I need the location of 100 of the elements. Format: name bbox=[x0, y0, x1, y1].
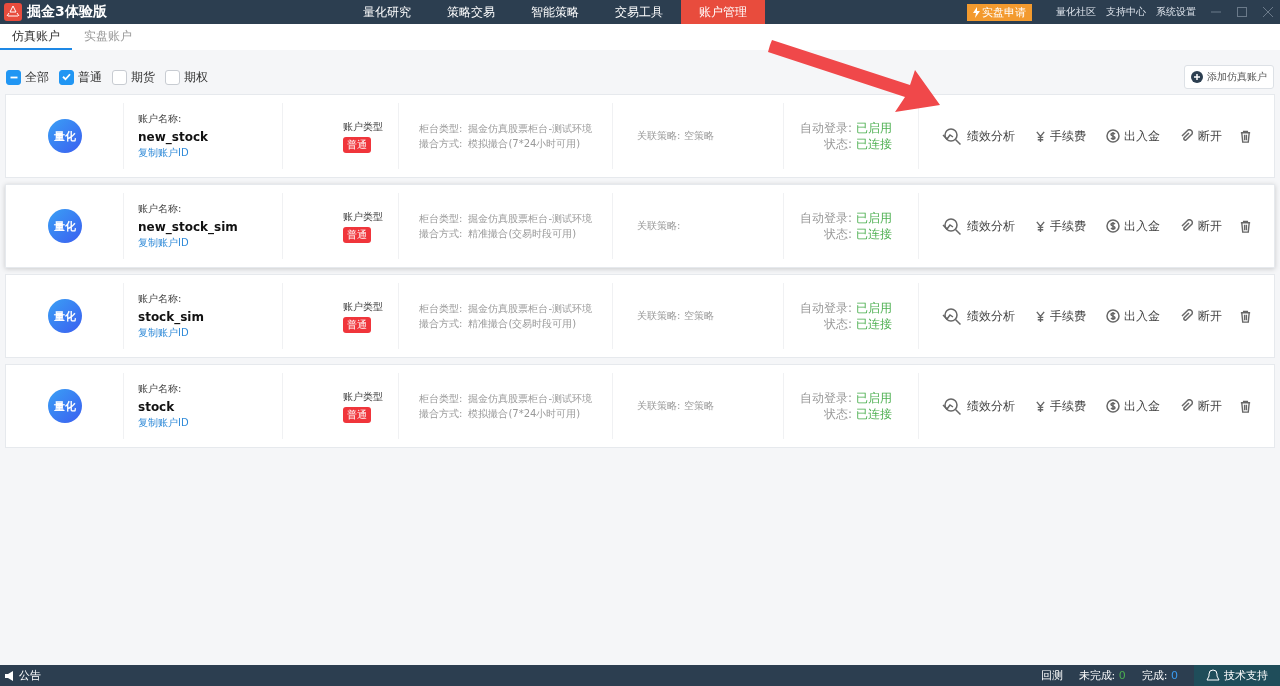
dollar-coin-icon bbox=[1106, 399, 1120, 413]
trash-icon[interactable] bbox=[1239, 129, 1252, 143]
auto-login-value: 已启用 bbox=[856, 390, 892, 406]
counter-type: 掘金仿真股票柜台-测试环境 bbox=[468, 392, 592, 406]
field-label: 账户类型 bbox=[343, 299, 383, 314]
magnifier-chart-icon bbox=[941, 215, 963, 237]
trash-icon[interactable] bbox=[1239, 219, 1252, 233]
field-label: 柜台类型: bbox=[419, 122, 463, 136]
status-value: 已连接 bbox=[856, 136, 892, 152]
copy-id-link[interactable]: 复制账户ID bbox=[138, 146, 189, 160]
counter-type: 掘金仿真股票柜台-测试环境 bbox=[468, 212, 592, 226]
filter-label: 期权 bbox=[184, 68, 208, 86]
strategy-name: 空策略 bbox=[684, 309, 715, 323]
filter-label: 期货 bbox=[131, 68, 155, 86]
strategy-name: 空策略 bbox=[684, 399, 715, 413]
pending-count: 未完成: 0 bbox=[1078, 668, 1126, 683]
top-link[interactable]: 支持中心 bbox=[1106, 5, 1146, 19]
copy-id-link[interactable]: 复制账户ID bbox=[138, 236, 189, 250]
action-button[interactable]: 断开 bbox=[1180, 217, 1222, 235]
action-button[interactable]: 断开 bbox=[1180, 397, 1222, 415]
trash-icon[interactable] bbox=[1239, 309, 1252, 323]
action-button[interactable]: 手续费 bbox=[1035, 397, 1086, 415]
match-mode: 精准撮合(交易时段可用) bbox=[468, 317, 578, 331]
done-count: 完成: 0 bbox=[1141, 668, 1178, 683]
app-logo-icon bbox=[4, 3, 22, 21]
copy-id-link[interactable]: 复制账户ID bbox=[138, 416, 189, 430]
magnifier-chart-icon bbox=[941, 395, 963, 417]
support-button[interactable]: 技术支持 bbox=[1194, 665, 1280, 686]
status-value: 已连接 bbox=[856, 406, 892, 422]
dollar-coin-icon bbox=[1106, 309, 1120, 323]
field-label: 柜台类型: bbox=[419, 212, 463, 226]
field-label: 柜台类型: bbox=[419, 392, 463, 406]
notice-link[interactable]: 公告 bbox=[19, 668, 41, 683]
top-link[interactable]: 量化社区 bbox=[1056, 5, 1096, 19]
app-title: 掘金3体验版 bbox=[27, 3, 107, 21]
top-link[interactable]: 系统设置 bbox=[1156, 5, 1196, 19]
action-button[interactable]: 出入金 bbox=[1106, 307, 1160, 325]
field-label: 状态: bbox=[822, 136, 852, 152]
action-button[interactable]: 手续费 bbox=[1035, 217, 1086, 235]
yen-icon bbox=[1035, 310, 1046, 322]
action-button[interactable]: 手续费 bbox=[1035, 127, 1086, 145]
nav-tab[interactable]: 量化研究 bbox=[345, 0, 429, 24]
backtest-link[interactable]: 回测 bbox=[1040, 668, 1063, 683]
auto-login-value: 已启用 bbox=[856, 120, 892, 136]
nav-tab[interactable]: 交易工具 bbox=[597, 0, 681, 24]
megaphone-icon bbox=[4, 670, 15, 681]
field-label: 撮合方式: bbox=[419, 137, 463, 151]
close-icon[interactable] bbox=[1262, 6, 1274, 18]
action-button[interactable]: 断开 bbox=[1180, 307, 1222, 325]
account-logo: 量化 bbox=[47, 299, 82, 333]
trash-icon[interactable] bbox=[1239, 399, 1252, 413]
account-type-tag: 普通 bbox=[343, 406, 371, 423]
action-button[interactable]: 断开 bbox=[1180, 127, 1222, 145]
field-label: 自动登录: bbox=[799, 120, 852, 136]
paperclip-icon bbox=[1180, 309, 1194, 323]
field-label: 关联策略: bbox=[637, 219, 681, 233]
match-mode: 模拟撮合(7*24小时可用) bbox=[468, 407, 582, 421]
nav-tab[interactable]: 账户管理 bbox=[681, 0, 765, 24]
yen-icon bbox=[1035, 400, 1046, 412]
paperclip-icon bbox=[1180, 219, 1194, 233]
paperclip-icon bbox=[1180, 129, 1194, 143]
action-button[interactable]: 出入金 bbox=[1106, 397, 1160, 415]
lightning-icon bbox=[973, 6, 980, 18]
field-label: 关联策略: bbox=[637, 309, 681, 323]
account-type-tag: 普通 bbox=[343, 226, 371, 243]
add-account-button[interactable]: 添加仿真账户 bbox=[1184, 65, 1274, 89]
field-label: 自动登录: bbox=[799, 390, 852, 406]
action-button[interactable]: 手续费 bbox=[1035, 307, 1086, 325]
copy-id-link[interactable]: 复制账户ID bbox=[138, 326, 189, 340]
plus-circle-icon bbox=[1191, 71, 1203, 83]
field-label: 撮合方式: bbox=[419, 317, 463, 331]
account-name: new_stock_sim bbox=[138, 220, 238, 234]
action-button[interactable]: 绩效分析 bbox=[941, 395, 1015, 417]
nav-tab[interactable]: 智能策略 bbox=[513, 0, 597, 24]
magnifier-chart-icon bbox=[941, 125, 963, 147]
field-label: 撮合方式: bbox=[419, 407, 463, 421]
counter-type: 掘金仿真股票柜台-测试环境 bbox=[468, 302, 592, 316]
field-label: 状态: bbox=[822, 406, 852, 422]
account-tab[interactable]: 仿真账户 bbox=[0, 24, 72, 50]
field-label: 撮合方式: bbox=[419, 227, 463, 241]
yen-icon bbox=[1035, 220, 1046, 232]
action-button[interactable]: 绩效分析 bbox=[941, 305, 1015, 327]
magnifier-chart-icon bbox=[941, 305, 963, 327]
paperclip-icon bbox=[1180, 399, 1194, 413]
filter-checkbox[interactable] bbox=[6, 69, 21, 85]
filter-checkbox[interactable] bbox=[112, 69, 127, 85]
maximize-icon[interactable] bbox=[1236, 6, 1248, 18]
filter-checkbox[interactable] bbox=[59, 69, 74, 85]
field-label: 关联策略: bbox=[637, 399, 681, 413]
match-mode: 精准撮合(交易时段可用) bbox=[468, 227, 578, 241]
nav-tab[interactable]: 策略交易 bbox=[429, 0, 513, 24]
action-button[interactable]: 绩效分析 bbox=[941, 125, 1015, 147]
account-name: stock_sim bbox=[138, 310, 204, 324]
action-button[interactable]: 绩效分析 bbox=[941, 215, 1015, 237]
field-label: 账户类型 bbox=[343, 209, 383, 224]
auto-login-value: 已启用 bbox=[856, 300, 892, 316]
action-button[interactable]: 出入金 bbox=[1106, 217, 1160, 235]
filter-checkbox[interactable] bbox=[165, 69, 180, 85]
action-button[interactable]: 出入金 bbox=[1106, 127, 1160, 145]
account-name: stock bbox=[138, 400, 175, 414]
